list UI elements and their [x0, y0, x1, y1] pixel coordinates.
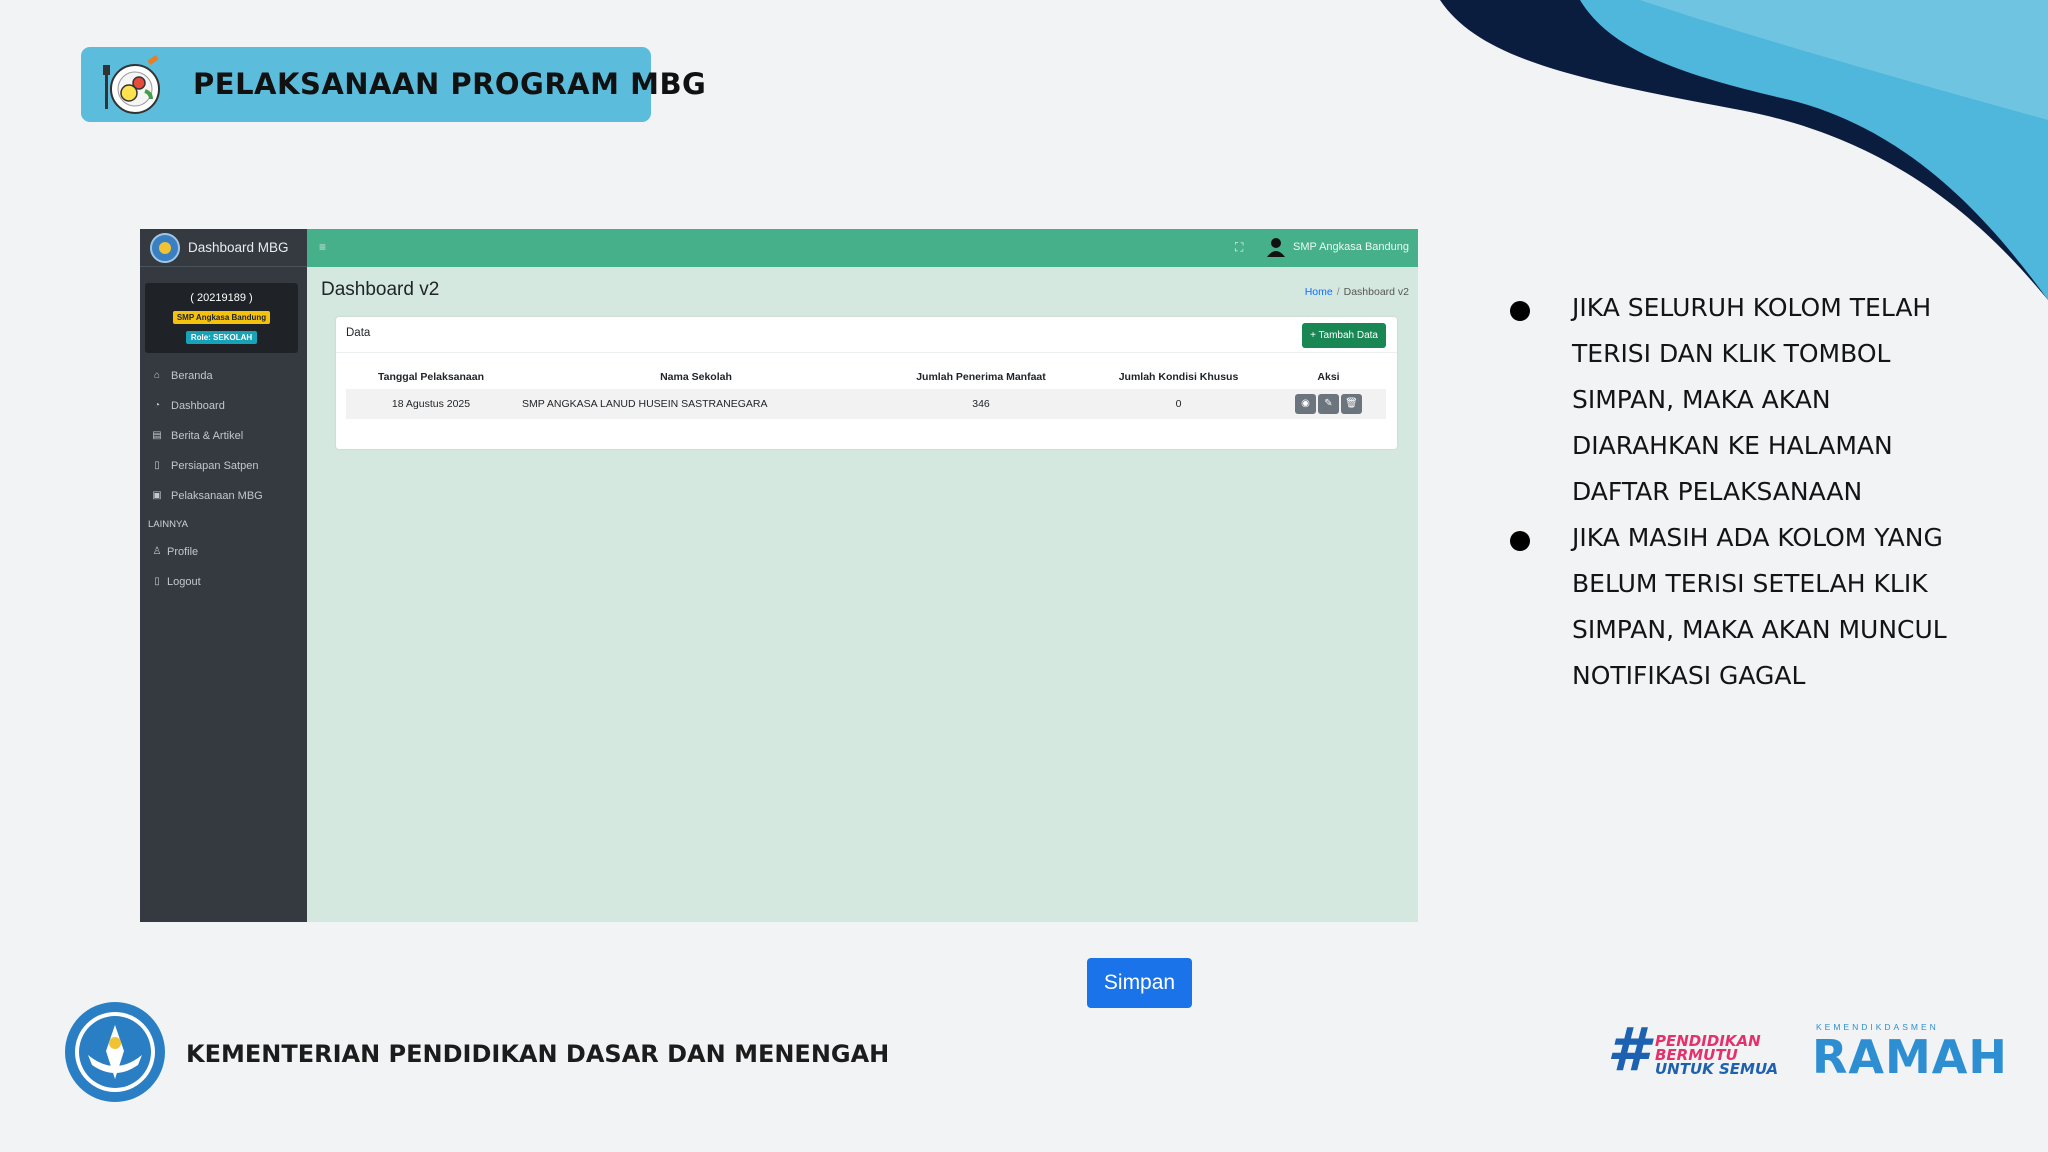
- news-icon: ▤: [152, 430, 162, 441]
- breadcrumb-home-link[interactable]: Home: [1305, 286, 1333, 298]
- breadcrumb-current: Dashboard v2: [1343, 286, 1409, 298]
- sidebar-item-profile[interactable]: ♙ Profile: [140, 537, 307, 567]
- nav-section-label: LAINNYA: [148, 518, 188, 530]
- instruction-text: JIKA SELURUH KOLOM TELAH TERISI DAN KLIK…: [1572, 293, 1932, 506]
- door-icon: ▯: [154, 576, 160, 587]
- edit-button[interactable]: ✎: [1318, 394, 1339, 414]
- instruction-item: JIKA SELURUH KOLOM TELAH TERISI DAN KLIK…: [1508, 285, 1978, 515]
- page-title: PELAKSANAAN PROGRAM MBG: [193, 67, 707, 101]
- table-row: 18 Agustus 2025 SMP ANGKASA LANUD HUSEIN…: [346, 389, 1386, 419]
- sidebar-item-beranda[interactable]: ⌂ Beranda: [140, 361, 307, 391]
- topbar: ≡ ⛶ SMP Angkasa Bandung: [307, 229, 1418, 267]
- brand-link[interactable]: Dashboard MBG: [140, 229, 307, 267]
- sidebar-item-logout[interactable]: ▯ Logout: [140, 567, 307, 597]
- breadcrumb: Home / Dashboard v2: [1305, 286, 1409, 298]
- column-header: Tanggal Pelaksanaan: [377, 371, 484, 383]
- sidebar: Dashboard MBG ( 20219189 ) SMP Angkasa B…: [140, 229, 307, 922]
- sidebar-item-persiapan[interactable]: ▯ Persiapan Satpen: [140, 451, 307, 481]
- column-header: Jumlah Kondisi Khusus: [1118, 371, 1239, 383]
- topbar-user-name[interactable]: SMP Angkasa Bandung: [1293, 241, 1409, 253]
- hashtag-line: UNTUK SEMUA: [1655, 1060, 1779, 1078]
- home-icon: ⌂: [153, 370, 161, 381]
- chart-icon: ▣: [152, 490, 162, 501]
- card-title: Data: [346, 327, 371, 339]
- trash-icon: 🗑: [1345, 398, 1358, 409]
- instruction-text: JIKA MASIH ADA KOLOM YANG BELUM TERISI S…: [1572, 523, 1947, 690]
- cell-tanggal: 18 Agustus 2025: [346, 389, 516, 419]
- sidebar-item-label: Logout: [167, 576, 201, 588]
- sidebar-item-label: Persiapan Satpen: [171, 460, 259, 472]
- user-id: ( 20219189 ): [190, 292, 253, 304]
- cell-sekolah: SMP ANGKASA LANUD HUSEIN SASTRANEGARA: [516, 389, 876, 419]
- fullscreen-icon[interactable]: ⛶: [1235, 240, 1243, 255]
- column-header: Nama Sekolah: [660, 371, 732, 383]
- school-badge: SMP Angkasa Bandung: [172, 311, 271, 324]
- ministry-name: KEMENTERIAN PENDIDIKAN DASAR DAN MENENGA…: [186, 1040, 890, 1068]
- edit-icon: ✎: [1324, 398, 1333, 409]
- sidebar-item-label: Profile: [167, 546, 199, 558]
- sidebar-item-label: Beranda: [171, 370, 213, 382]
- content-title: Dashboard v2: [321, 279, 440, 300]
- eye-icon: ◉: [1301, 398, 1310, 409]
- hashtag-logo: # PENDIDIKAN BERMUTU UNTUK SEMUA: [1607, 1015, 1779, 1085]
- data-table: Tanggal Pelaksanaan Nama Sekolah Jumlah …: [346, 365, 1386, 419]
- instruction-list: JIKA SELURUH KOLOM TELAH TERISI DAN KLIK…: [1508, 285, 1978, 699]
- save-button[interactable]: Simpan: [1087, 958, 1192, 1008]
- table-header-row: Tanggal Pelaksanaan Nama Sekolah Jumlah …: [346, 365, 1386, 389]
- bullet-dot: [1510, 301, 1530, 321]
- user-panel: ( 20219189 ) SMP Angkasa Bandung Role: S…: [145, 283, 298, 353]
- ramah-big-text: RAMAH: [1812, 1030, 2008, 1084]
- food-plate-icon: [103, 55, 160, 114]
- app-window: Dashboard MBG ( 20219189 ) SMP Angkasa B…: [140, 229, 1418, 922]
- sidebar-item-dashboard[interactable]: ◔ Dashboard: [140, 391, 307, 421]
- breadcrumb-separator: /: [1336, 286, 1340, 298]
- add-data-button[interactable]: + Tambah Data: [1302, 323, 1386, 348]
- menu-toggle-icon[interactable]: ≡: [319, 240, 326, 254]
- bullet-dot: [1510, 531, 1530, 551]
- card-header: Data + Tambah Data: [336, 317, 1397, 353]
- instruction-item: JIKA MASIH ADA KOLOM YANG BELUM TERISI S…: [1508, 515, 1978, 699]
- user-avatar-icon[interactable]: [1265, 236, 1287, 258]
- sidebar-item-pelaksanaan[interactable]: ▣ Pelaksanaan MBG: [140, 481, 307, 511]
- hash-mark: #: [1607, 1015, 1649, 1085]
- brand-logo-icon: [150, 232, 180, 263]
- brand-text: Dashboard MBG: [188, 240, 289, 255]
- role-badge: Role: SEKOLAH: [185, 331, 258, 344]
- dashboard-icon: ◔: [153, 400, 161, 411]
- sidebar-item-label: Dashboard: [171, 400, 225, 412]
- sidebar-item-berita[interactable]: ▤ Berita & Artikel: [140, 421, 307, 451]
- ramah-logo: KEMENDIKDASMEN RAMAH: [1812, 1020, 2007, 1092]
- tut-wuri-handayani-logo: [65, 1002, 165, 1102]
- delete-button[interactable]: 🗑: [1341, 394, 1362, 414]
- title-banner: PELAKSANAAN PROGRAM MBG: [81, 47, 706, 122]
- sidebar-item-label: Pelaksanaan MBG: [171, 490, 263, 502]
- column-header: Aksi: [1317, 371, 1340, 383]
- sidebar-item-label: Berita & Artikel: [171, 430, 244, 442]
- cell-kondisi: 0: [1086, 389, 1271, 419]
- cell-penerima: 346: [876, 389, 1086, 419]
- data-card: Data + Tambah Data Tanggal Pelaksanaan N…: [336, 317, 1397, 449]
- user-cog-icon: ♙: [152, 546, 162, 557]
- cell-aksi: ◉ ✎ 🗑: [1271, 389, 1386, 419]
- column-header: Jumlah Penerima Manfaat: [916, 371, 1046, 383]
- file-icon: ▯: [154, 460, 160, 471]
- view-button[interactable]: ◉: [1295, 394, 1316, 414]
